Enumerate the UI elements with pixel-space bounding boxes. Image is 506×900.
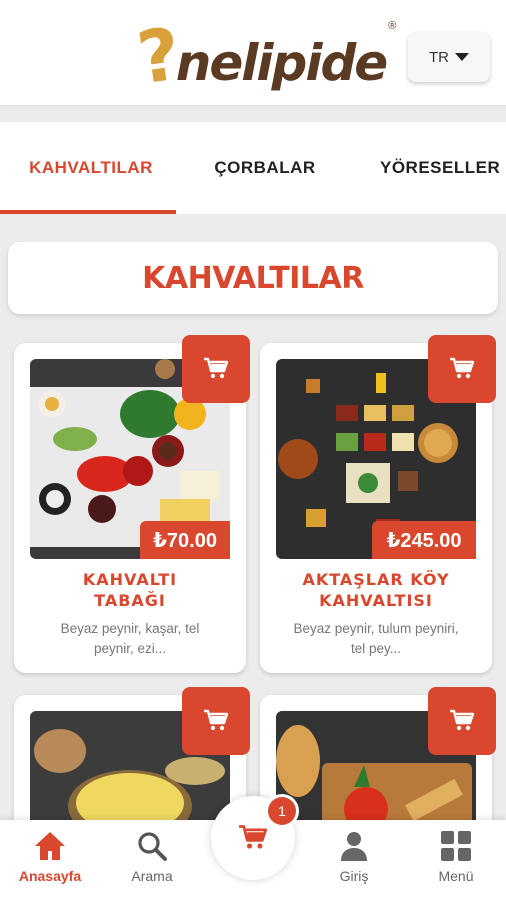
logo-registered-mark: ® bbox=[388, 20, 397, 32]
cart-count-badge: 1 bbox=[268, 797, 296, 825]
tab-corbalar[interactable]: ÇORBALAR bbox=[182, 122, 348, 214]
category-tabs: KAHVALTILAR ÇORBALAR YÖRESELLER bbox=[0, 122, 506, 214]
app-header: ? nelipide ® TR bbox=[0, 0, 506, 106]
add-to-cart-button[interactable] bbox=[182, 335, 250, 403]
price-tag: ₺70.00 bbox=[140, 521, 230, 559]
add-to-cart-button[interactable] bbox=[428, 335, 496, 403]
product-description: Beyaz peynir, tulum peyniri, tel pey... bbox=[293, 621, 459, 656]
nav-home-label: Anasayfa bbox=[18, 868, 82, 884]
cart-icon bbox=[204, 357, 229, 379]
add-to-cart-button[interactable] bbox=[428, 687, 496, 755]
language-label: TR bbox=[429, 48, 449, 66]
tab-kahvaltilar[interactable]: KAHVALTILAR bbox=[0, 122, 182, 214]
user-icon bbox=[341, 832, 367, 861]
price-tag: ₺245.00 bbox=[372, 521, 476, 559]
product-name[interactable]: AKTAŞLAR KÖY KAHVALTISI bbox=[260, 569, 492, 611]
cart-icon bbox=[450, 357, 475, 379]
brand-logo[interactable]: ? nelipide ® bbox=[132, 10, 397, 101]
nav-menu-label: Menü bbox=[438, 868, 474, 884]
nav-menu[interactable]: Menü bbox=[411, 830, 501, 896]
nav-search-label: Arama bbox=[131, 868, 173, 884]
home-icon bbox=[35, 832, 65, 860]
product-description: Beyaz peynir, kaşar, tel peynir, ezi... bbox=[60, 621, 200, 656]
nav-search[interactable]: Arama bbox=[107, 830, 197, 896]
nav-home[interactable]: Anasayfa bbox=[5, 830, 95, 896]
product-card[interactable]: ₺245.00 AKTAŞLAR KÖY KAHVALTISI Beyaz pe… bbox=[260, 335, 496, 673]
grid-menu-icon bbox=[441, 831, 471, 861]
logo-wordmark: nelipide bbox=[175, 34, 388, 92]
caret-down-icon bbox=[455, 53, 469, 61]
tab-yoreseller[interactable]: YÖRESELLER bbox=[348, 122, 506, 214]
search-icon bbox=[138, 832, 167, 861]
nav-login[interactable]: Giriş bbox=[309, 830, 399, 896]
add-to-cart-button[interactable] bbox=[182, 687, 250, 755]
section-title: KAHVALTILAR bbox=[142, 260, 364, 296]
nav-login-label: Giriş bbox=[339, 868, 369, 884]
product-card[interactable]: ₺70.00 KAHVALTI TABAĞI Beyaz peynir, kaş… bbox=[14, 335, 250, 673]
logo-question-mark: ? bbox=[132, 11, 186, 101]
language-selector[interactable]: TR bbox=[408, 32, 490, 82]
section-header: KAHVALTILAR bbox=[8, 242, 498, 314]
cart-icon bbox=[450, 709, 475, 731]
product-name[interactable]: KAHVALTI TABAĞI bbox=[14, 569, 246, 611]
cart-icon bbox=[204, 709, 229, 731]
cart-icon bbox=[239, 825, 268, 849]
